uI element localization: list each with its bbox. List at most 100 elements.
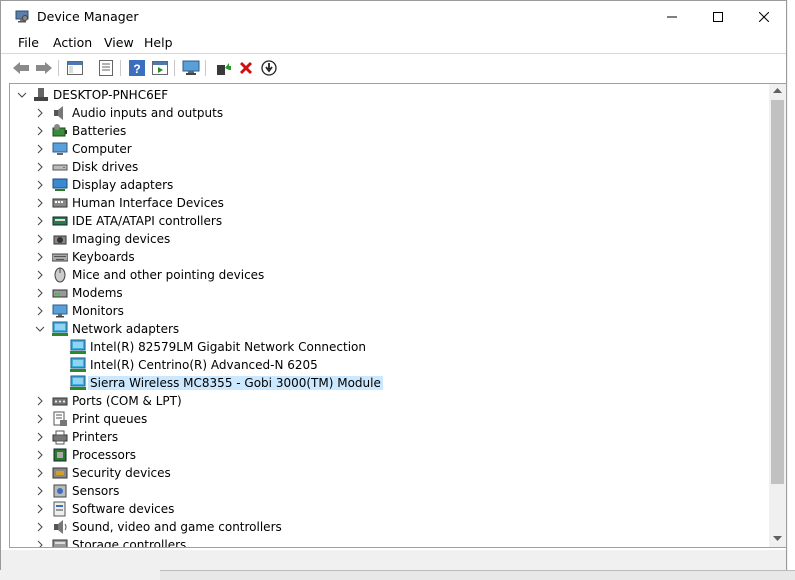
help-button[interactable]: ? [127,58,147,78]
chevron-right-icon[interactable] [35,396,45,406]
tree-category-label: Audio inputs and outputs [72,106,224,120]
properties-button[interactable] [96,58,116,78]
tree-device-label: Sierra Wireless MC8355 - Gobi 3000(TM) M… [88,376,383,390]
close-icon [759,11,769,22]
tree-category-row[interactable]: Network adapters [13,320,753,338]
chevron-right-icon[interactable] [35,144,45,154]
toolbar: ? [1,53,786,82]
tree-root[interactable]: DESKTOP-PNHC6EF [13,86,753,104]
background-window-edge [788,0,795,579]
tree-category-row[interactable]: Batteries [13,122,753,140]
show-hide-button[interactable] [150,58,170,78]
device-manager-window: Device Manager File Action View Help ? D… [0,0,787,570]
minimize-button[interactable] [649,1,695,32]
tree-category-row[interactable]: Keyboards [13,248,753,266]
chevron-right-icon[interactable] [35,432,45,442]
tree-category-row[interactable]: Monitors [13,302,753,320]
scroll-down-icon[interactable] [773,536,782,542]
tree-category-row[interactable]: Print queues [13,410,753,428]
chevron-right-icon[interactable] [35,306,45,316]
scrollbar-thumb[interactable] [771,100,784,484]
tree-category-row[interactable]: Printers [13,428,753,446]
chevron-right-icon[interactable] [35,450,45,460]
tree-device-label: Intel(R) Centrino(R) Advanced-N 6205 [90,358,318,372]
tree-category-row[interactable]: Software devices [13,500,753,518]
scan-hardware-button[interactable] [181,58,201,78]
scan-hardware-icon [182,60,200,75]
tree-category-row[interactable]: Imaging devices [13,230,753,248]
mouse-icon [54,267,66,283]
chevron-right-icon[interactable] [35,522,45,532]
tree-category-row[interactable]: Storage controllers [13,536,753,548]
back-button[interactable] [11,58,31,78]
display-adapter-icon [52,178,68,191]
toolbar-separator [205,60,206,76]
console-tree-button[interactable] [65,58,85,78]
storage-controller-icon [52,539,68,547]
tree-category-label: Imaging devices [72,232,171,246]
chevron-right-icon[interactable] [35,504,45,514]
tree-category-row[interactable]: Mice and other pointing devices [13,266,753,284]
maximize-button[interactable] [695,1,741,32]
chevron-right-icon[interactable] [35,198,45,208]
menu-action[interactable]: Action [53,35,92,50]
toolbar-separator [58,60,59,76]
disable-button[interactable] [259,58,279,78]
chevron-right-icon[interactable] [35,270,45,280]
chevron-right-icon[interactable] [35,162,45,172]
vertical-scrollbar[interactable] [769,84,786,547]
chevron-right-icon[interactable] [35,540,45,548]
chevron-right-icon[interactable] [35,288,45,298]
menu-view[interactable]: View [104,35,134,50]
device-tree[interactable]: DESKTOP-PNHC6EF Audio inputs and outputs… [9,83,787,548]
tree-device-row-selected[interactable]: Sierra Wireless MC8355 - Gobi 3000(TM) M… [13,374,753,392]
chevron-right-icon[interactable] [35,252,45,262]
forward-button[interactable] [34,58,54,78]
tree-category-label: Modems [72,286,123,300]
window-title: Device Manager [37,9,139,24]
tree-category-row[interactable]: Sensors [13,482,753,500]
tree-category-row[interactable]: Processors [13,446,753,464]
tree-category-label: IDE ATA/ATAPI controllers [72,214,223,228]
tree-device-label: Intel(R) 82579LM Gigabit Network Connect… [90,340,366,354]
chevron-right-icon[interactable] [35,108,45,118]
chevron-right-icon[interactable] [35,126,45,136]
update-driver-button[interactable] [213,58,233,78]
tree-category-row[interactable]: Audio inputs and outputs [13,104,753,122]
scroll-up-icon[interactable] [773,88,782,94]
tree-category-row[interactable]: Disk drives [13,158,753,176]
title-bar[interactable]: Device Manager [1,1,786,32]
tree-category-row[interactable]: Ports (COM & LPT) [13,392,753,410]
close-button[interactable] [741,1,787,32]
security-device-icon [52,467,68,479]
chevron-right-icon[interactable] [35,216,45,226]
tree-category-label: Sensors [72,484,120,498]
tree-category-row[interactable]: Computer [13,140,753,158]
toolbar-separator [120,60,121,76]
chevron-right-icon[interactable] [35,486,45,496]
chevron-right-icon[interactable] [35,180,45,190]
tree-category-row[interactable]: Security devices [13,464,753,482]
tree-device-row[interactable]: Intel(R) 82579LM Gigabit Network Connect… [13,338,753,356]
svg-text:?: ? [133,62,140,76]
chevron-right-icon[interactable] [35,414,45,424]
network-adapter-icon [70,375,86,390]
chevron-right-icon[interactable] [35,234,45,244]
chevron-down-icon[interactable] [35,324,45,334]
keyboard-icon [52,253,68,262]
menu-help[interactable]: Help [144,35,173,50]
menu-file[interactable]: File [18,35,39,50]
tree-category-row[interactable]: IDE ATA/ATAPI controllers [13,212,753,230]
tree-category-row[interactable]: Display adapters [13,176,753,194]
uninstall-button[interactable] [236,58,256,78]
tree-category-row[interactable]: Modems [13,284,753,302]
maximize-icon [713,11,723,22]
update-driver-icon [217,63,231,75]
tree-category-label: Software devices [72,502,175,516]
tree-device-row[interactable]: Intel(R) Centrino(R) Advanced-N 6205 [13,356,753,374]
chevron-down-icon[interactable] [17,90,27,100]
battery-icon [52,124,67,137]
chevron-right-icon[interactable] [35,468,45,478]
tree-category-row[interactable]: Sound, video and game controllers [13,518,753,536]
tree-category-row[interactable]: Human Interface Devices [13,194,753,212]
